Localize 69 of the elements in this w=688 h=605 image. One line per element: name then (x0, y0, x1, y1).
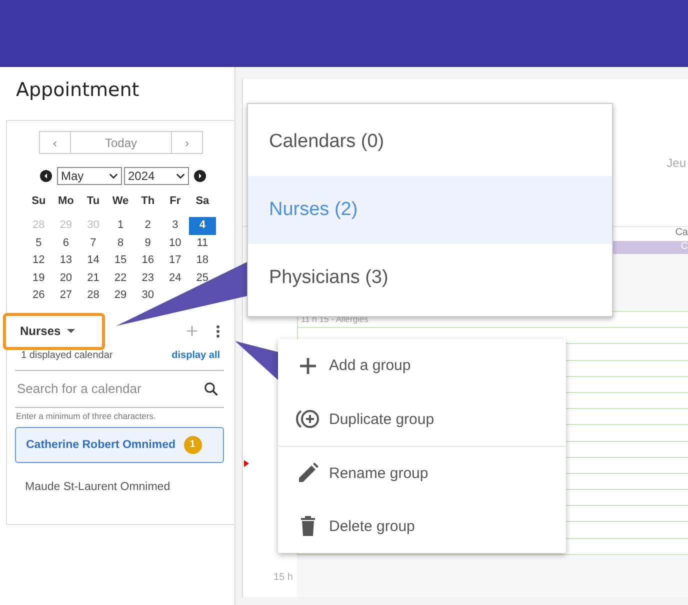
column-header: Ca (675, 227, 688, 238)
calendar-day[interactable]: 7 (80, 234, 107, 252)
menu-item[interactable]: Rename group (278, 446, 566, 500)
calendar-item[interactable]: Catherine Robert Omnimed 1 (15, 426, 224, 462)
weekday-label: Th (140, 195, 156, 209)
weekday-label: Fr (168, 195, 182, 209)
calendar-day[interactable]: 21 (80, 270, 107, 287)
previous-button[interactable]: ‹ (39, 131, 71, 154)
calendar-day[interactable]: 8 (106, 234, 134, 252)
calendar-name: Catherine Robert Omnimed (26, 438, 176, 450)
calendar-day[interactable]: 11 (188, 234, 216, 252)
calendar-day[interactable]: 24 (161, 270, 189, 287)
calendar-day[interactable]: 16 (134, 252, 162, 270)
month-select[interactable]: May (57, 167, 122, 185)
calendar-day[interactable]: 15 (106, 252, 134, 270)
calendar-day[interactable]: 26 (25, 287, 52, 304)
calendar-day[interactable]: 30 (134, 287, 162, 304)
current-time-icon (244, 460, 249, 467)
calendar-day[interactable]: 20 (52, 270, 80, 287)
page-title: Appointment (15, 78, 140, 103)
weekday-label: We (111, 195, 130, 209)
calendar-day[interactable]: 18 (188, 252, 216, 270)
search-field[interactable]: Search for a calendar (15, 378, 204, 400)
chevron-down-icon (109, 173, 118, 179)
group-option[interactable]: Calendars (0) (248, 108, 612, 176)
calendar-day[interactable]: 14 (80, 252, 107, 270)
calendar-day[interactable]: 17 (161, 252, 189, 270)
calendar-day[interactable]: 29 (106, 287, 134, 304)
calendar-day[interactable]: 2 (134, 217, 162, 234)
calendar-item[interactable]: Maude St-Laurent Omnimed (15, 468, 224, 504)
hour-label: 15 h (274, 572, 294, 583)
caret-icon (66, 329, 75, 333)
previous-month-icon[interactable] (40, 170, 52, 182)
calendar-day[interactable]: 19 (25, 270, 52, 287)
calendar-day[interactable]: 28 (80, 287, 107, 304)
more-icon[interactable] (216, 324, 220, 338)
calendar-day[interactable]: 3 (161, 217, 189, 234)
menu-item[interactable]: Delete group (278, 500, 566, 553)
calendar-day[interactable]: 6 (52, 234, 80, 252)
calendar-day[interactable]: 22 (106, 270, 134, 287)
search-hint: Enter a minimum of three characters. (16, 410, 157, 420)
calendar-day[interactable]: 1 (106, 217, 134, 234)
group-selector[interactable]: Nurses (3, 312, 105, 350)
weekday-label: Sa (194, 195, 210, 209)
calendar-day[interactable]: 5 (25, 234, 52, 252)
today-button[interactable]: Today (71, 131, 171, 154)
calendar-name: Maude St-Laurent Omnimed (25, 480, 170, 492)
calendar-day[interactable]: 4 (188, 217, 216, 234)
calendar-day[interactable]: 23 (134, 270, 162, 287)
calendar-day[interactable]: 9 (134, 234, 162, 252)
menu-item[interactable]: Add a group (278, 339, 566, 392)
search-icon[interactable] (204, 382, 218, 396)
weekday-label: Mo (57, 195, 75, 209)
day-header: Jeu (666, 156, 686, 170)
displayed-count: 1 displayed calendar (21, 350, 113, 360)
next-month-icon[interactable] (194, 170, 206, 182)
chevron-down-icon (176, 173, 185, 179)
weekday-label: Su (30, 195, 47, 209)
display-all-link[interactable]: display all (172, 350, 220, 360)
calendar-day[interactable]: 12 (25, 252, 52, 270)
count-badge: 1 (184, 436, 202, 454)
next-button[interactable]: › (171, 131, 203, 154)
callout-pointer (235, 341, 278, 380)
menu-item[interactable]: Duplicate group (278, 392, 566, 446)
calendar-day[interactable]: 13 (52, 252, 80, 270)
calendar-day[interactable]: 10 (161, 234, 189, 252)
calendar-day[interactable]: 27 (52, 287, 80, 304)
year-select[interactable]: 2024 (124, 167, 189, 185)
weekday-label: Tu (86, 195, 101, 209)
